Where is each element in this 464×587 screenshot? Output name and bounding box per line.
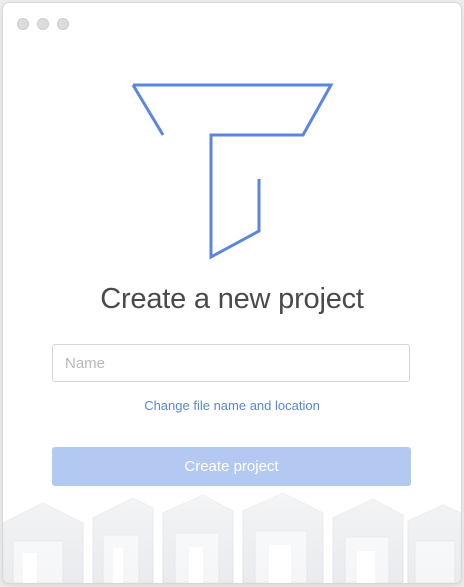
create-project-button[interactable]: Create project	[52, 447, 411, 486]
t-maze-logo-icon	[131, 83, 334, 260]
zoom-window-button[interactable]	[57, 18, 69, 30]
close-window-button[interactable]	[17, 18, 29, 30]
page-title: Create a new project	[100, 283, 364, 315]
app-window: Create a new project Change file name an…	[3, 3, 461, 583]
change-file-location-link[interactable]: Change file name and location	[3, 398, 461, 413]
minimize-window-button[interactable]	[37, 18, 49, 30]
window-controls	[17, 18, 69, 30]
project-name-input[interactable]	[52, 344, 410, 382]
